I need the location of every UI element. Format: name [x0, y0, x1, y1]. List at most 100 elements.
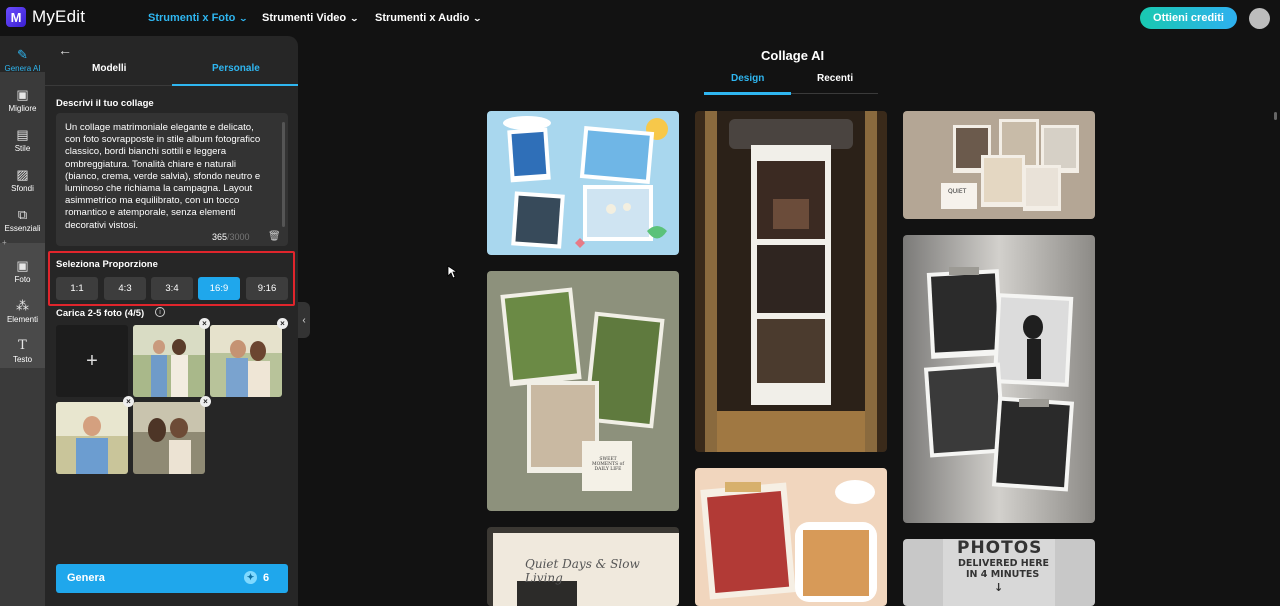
groom-photo — [56, 402, 128, 474]
crop-icon: ⧉ — [17, 206, 28, 222]
app-name: MyEdit — [32, 7, 86, 26]
tab-design[interactable]: Design — [731, 73, 764, 84]
ratio-9-16-button[interactable]: 9:16 — [246, 277, 288, 300]
template-card-fabric[interactable]: SWEET MOMENTS of DAILY LIFE — [487, 271, 679, 511]
rail-item-testo[interactable]: T Testo — [0, 331, 45, 371]
down-arrow-icon: ↓ — [994, 581, 1004, 594]
app-logo[interactable]: M MyEdit — [6, 7, 85, 27]
ratio-3-4-button[interactable]: 3:4 — [151, 277, 193, 300]
quiet-small-label: QUIET — [948, 188, 967, 195]
nav-photo-tools[interactable]: Strumenti x Foto ⌄ — [148, 12, 249, 24]
photobooth-preview — [695, 111, 887, 452]
rail-item-sfondi[interactable]: ▨ Sfondi — [0, 160, 45, 200]
uploaded-photo-1[interactable] — [133, 325, 205, 397]
photos-line-3: IN 4 MINUTES — [966, 569, 1040, 580]
rail-label: Sfondi — [11, 183, 34, 193]
rail-item-essenziali[interactable]: ⧉ Essenziali — [0, 200, 45, 240]
get-credits-button[interactable]: Ottieni crediti — [1140, 7, 1237, 29]
ratio-1-1-button[interactable]: 1:1 — [56, 277, 98, 300]
fabric-collage-preview — [487, 271, 679, 511]
couple-photo-1 — [133, 325, 205, 397]
photo-icon: ▣ — [16, 257, 29, 273]
rail-label: Genera AI — [4, 63, 41, 73]
template-card-picnic[interactable] — [695, 468, 887, 606]
template-card-photos-delivered[interactable]: PHOTOS DELIVERED HERE IN 4 MINUTES ↓ — [903, 539, 1095, 606]
rail-label: Elementi — [6, 314, 39, 324]
uploaded-photo-2[interactable] — [210, 325, 282, 397]
template-card-stone[interactable]: QUIET — [903, 111, 1095, 219]
template-card-album[interactable]: Quiet Days & Slow Living — [487, 527, 679, 606]
ratio-16-9-button[interactable]: 16:9 — [198, 277, 240, 300]
plus-icon: + — [2, 238, 7, 247]
char-counter: 365/3000 — [212, 232, 250, 242]
page-scrollbar[interactable] — [1274, 112, 1277, 120]
rail-item-stile[interactable]: ▤ Stile — [0, 120, 45, 160]
couple-photo-2 — [210, 325, 282, 397]
textarea-scrollbar[interactable] — [282, 122, 285, 227]
nav-audio-tools[interactable]: Strumenti x Audio ⌄ — [375, 12, 483, 24]
rail-label: Migliore — [8, 103, 37, 113]
trash-icon[interactable]: 🗑 — [268, 231, 281, 242]
main-tab-indicator — [704, 92, 791, 95]
ratio-title: Seleziona Proporzione — [56, 259, 158, 270]
description-text[interactable]: Un collage matrimoniale elegante e delic… — [65, 122, 277, 232]
credit-icon: ✦ — [244, 571, 257, 584]
uploaded-photo-3[interactable] — [56, 402, 128, 474]
back-arrow-icon[interactable]: ← — [58, 42, 72, 58]
template-card-photobooth[interactable] — [695, 111, 887, 452]
elements-icon: ⁂ — [16, 297, 29, 313]
rail-label: Stile — [14, 143, 31, 153]
rail-item-elementi[interactable]: ⁂ Elementi — [0, 291, 45, 331]
magic-wand-icon: ✎ — [17, 46, 28, 62]
rail-item-migliore[interactable]: ▣ Migliore — [0, 80, 45, 120]
upload-title: Carica 2-5 foto (4/5) — [56, 308, 145, 319]
rail-label: Foto — [14, 274, 31, 284]
ratio-4-3-button[interactable]: 4:3 — [104, 277, 146, 300]
metal-collage-preview — [903, 235, 1095, 523]
add-photo-button[interactable]: + — [56, 325, 128, 397]
generate-cost: 6 — [263, 572, 270, 584]
rail-item-genera-ai[interactable]: ✎ Genera AI — [0, 40, 45, 80]
tab-recenti[interactable]: Recenti — [817, 73, 853, 84]
text-icon: T — [18, 337, 27, 353]
rail-label: Essenziali — [4, 223, 41, 233]
char-max: /3000 — [227, 232, 250, 242]
photos-line-2: DELIVERED HERE — [958, 558, 1050, 569]
rail-label: Testo — [12, 354, 33, 364]
mouse-cursor-icon — [447, 265, 457, 279]
template-card-sky[interactable] — [487, 111, 679, 255]
describe-title: Descrivi il tuo collage — [56, 98, 154, 109]
remove-photo-icon[interactable]: × — [199, 318, 210, 329]
char-count: 365 — [212, 232, 228, 242]
logo-mark-icon: M — [6, 7, 26, 27]
stone-collage-preview — [903, 111, 1095, 219]
chevron-down-icon: ⌄ — [349, 13, 360, 23]
nav-video-tools[interactable]: Strumenti Video ⌄ — [262, 12, 360, 24]
page-title: Collage AI — [761, 48, 825, 63]
tab-active-indicator — [172, 84, 298, 86]
remove-photo-icon[interactable]: × — [277, 318, 288, 329]
tab-modelli[interactable]: Modelli — [92, 63, 126, 74]
nav-video-tools-label: Strumenti Video — [262, 12, 347, 24]
couple-photo-3 — [133, 402, 205, 474]
nav-audio-tools-label: Strumenti x Audio — [375, 12, 470, 24]
collapse-panel-chevron-icon[interactable]: ‹ — [298, 302, 310, 338]
sky-collage-preview — [487, 111, 679, 255]
user-avatar[interactable] — [1249, 8, 1270, 29]
quiet-days-label: Quiet Days & Slow Living — [525, 557, 640, 585]
chevron-down-icon: ⌄ — [472, 13, 483, 23]
rail-item-foto[interactable]: ▣ Foto — [0, 251, 45, 291]
picnic-collage-preview — [695, 468, 887, 606]
info-icon[interactable]: i — [155, 307, 165, 317]
style-icon: ▤ — [16, 126, 29, 142]
template-card-metal[interactable] — [903, 235, 1095, 523]
uploaded-photo-4[interactable] — [133, 402, 205, 474]
photos-title: PHOTOS — [957, 539, 1043, 558]
main-tab-divider — [791, 93, 878, 94]
chevron-down-icon: ⌄ — [239, 13, 249, 23]
nav-photo-tools-label: Strumenti x Foto — [148, 12, 236, 24]
remove-photo-icon[interactable]: × — [200, 396, 211, 407]
tab-personale[interactable]: Personale — [212, 63, 260, 74]
sweet-moments-label: SWEET MOMENTS of DAILY LIFE — [591, 457, 625, 472]
background-icon: ▨ — [16, 166, 29, 182]
